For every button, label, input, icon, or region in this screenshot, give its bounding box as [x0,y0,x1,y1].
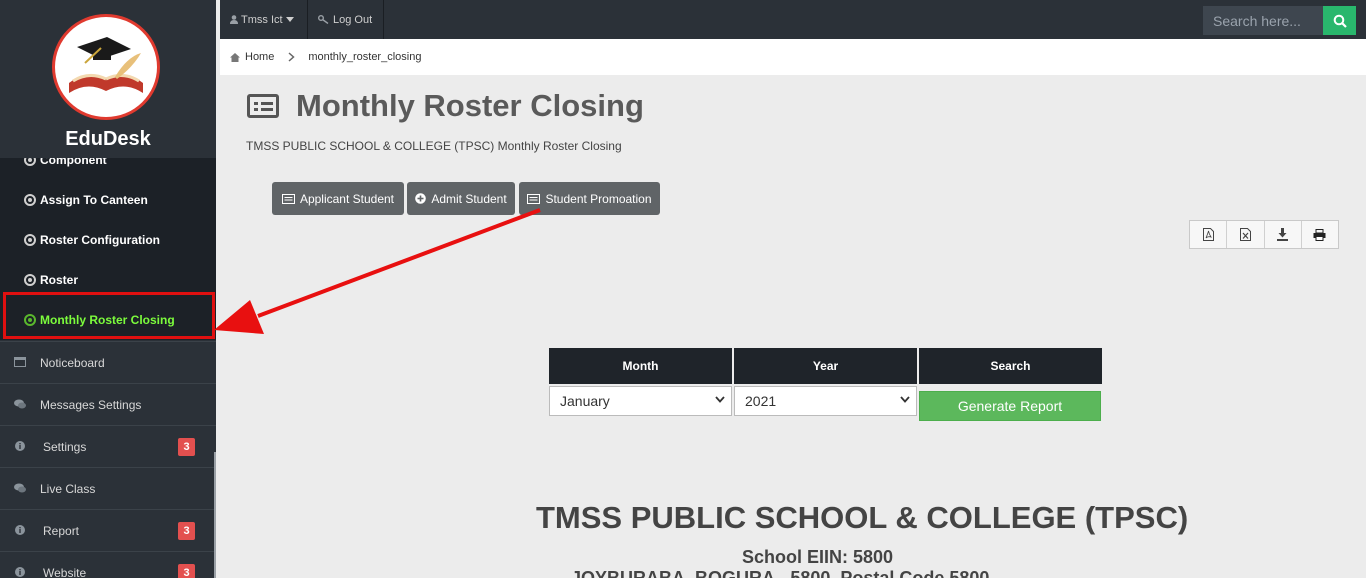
brand-header: EduDesk [0,0,216,158]
chevron-right-icon [288,52,295,62]
sidebar-item-label: Settings [43,439,87,454]
search-input[interactable] [1203,6,1323,35]
chevron-down-icon [715,396,725,403]
notification-badge: 3 [178,522,195,540]
chevron-down-icon [900,396,910,403]
sidebar-item-assign-to-canteen[interactable]: Assign To Canteen [24,190,148,210]
info-icon [15,567,25,577]
sidebar-item-website[interactable]: Website 3 [0,551,216,578]
button-label: Admit Student [431,191,507,206]
sidebar-scrollbar[interactable] [214,452,216,578]
logout-button[interactable]: Log Out [308,0,384,39]
sidebar-item-label: Website [43,565,87,578]
sidebar-item-label: Assign To Canteen [40,193,148,207]
search-column-header: Search [919,348,1102,384]
annotation-highlight-box [3,292,215,339]
sidebar-item-settings[interactable]: Settings 3 [0,425,216,467]
school-eiin: School EIIN: 5800 [742,547,894,567]
plus-circle-icon [415,193,427,204]
list-alt-icon [281,193,295,204]
sidebar-item-report[interactable]: Report 3 [0,509,216,551]
caret-down-icon [285,17,294,22]
logout-label: Log Out [333,13,373,26]
search-button[interactable] [1323,6,1356,35]
sidebar: Component Assign To Canteen Roster Confi… [0,0,216,578]
button-label: Student Promoation [545,191,652,206]
export-toolbar [1189,220,1339,249]
year-select-value: 2021 [745,393,777,409]
school-name: TMSS PUBLIC SCHOOL & COLLEGE (TPSC) [536,500,1189,535]
user-name: Tmss Ict [241,13,283,26]
export-excel-button[interactable] [1227,221,1265,248]
breadcrumb-current: monthly_roster_closing [308,51,422,63]
button-label: Applicant Student [299,191,395,206]
download-icon [1277,228,1289,241]
globe-icon [24,234,36,246]
month-select[interactable]: January [549,386,732,416]
sidebar-item-live-class[interactable]: Live Class [0,467,216,509]
applicant-student-button[interactable]: Applicant Student [272,182,404,215]
year-select[interactable]: 2021 [734,386,917,416]
school-logo [52,14,160,120]
window-icon [14,357,26,367]
generate-report-button[interactable]: Generate Report [919,391,1101,421]
globe-icon [24,194,36,206]
sidebar-item-label: Noticeboard [40,355,105,370]
page-title: Monthly Roster Closing [296,88,644,123]
excel-icon [1239,228,1251,241]
notification-badge: 3 [178,438,195,456]
sidebar-item-label: Live Class [40,481,96,496]
list-alt-icon [527,193,541,204]
sidebar-item-label: Roster [40,273,79,287]
admit-student-button[interactable]: Admit Student [407,182,515,215]
breadcrumb: Home monthly_roster_closing [220,39,1366,75]
user-icon [230,15,238,24]
export-pdf-button[interactable] [1190,221,1228,248]
sidebar-item-noticeboard[interactable]: Noticeboard [0,341,216,383]
sidebar-item-messages-settings[interactable]: Messages Settings [0,383,216,425]
print-icon [1313,228,1326,241]
student-promotion-button[interactable]: Student Promoation [519,182,660,215]
info-icon [15,525,25,535]
sidebar-item-label: Roster Configuration [40,233,160,247]
month-column-header: Month [549,348,732,384]
sidebar-item-roster[interactable]: Roster [24,270,78,290]
search-icon [1333,14,1347,28]
home-icon [230,52,240,62]
globe-icon [24,274,36,286]
year-column-header: Year [734,348,917,384]
comments-icon [14,483,26,493]
breadcrumb-home[interactable]: Home [245,51,274,63]
list-icon [247,94,279,118]
print-button[interactable] [1302,221,1338,248]
month-select-value: January [560,393,610,409]
top-navbar: Tmss Ict Log Out [220,0,1366,39]
pdf-icon [1202,228,1214,241]
sidebar-item-label: Messages Settings [40,397,142,412]
user-menu-dropdown[interactable]: Tmss Ict [220,0,308,39]
export-download-button[interactable] [1265,221,1302,248]
info-icon [15,441,25,451]
sidebar-main-menu: Noticeboard Messages Settings Settings 3… [0,341,216,578]
school-address: JOYBURABA, BOGURA - 5800, Postal Code 58… [571,568,990,578]
comments-icon [14,399,26,409]
key-icon [318,15,329,24]
sidebar-item-label: Report [43,523,80,538]
brand-name: EduDesk [65,128,151,150]
notification-badge: 3 [178,564,195,578]
page-subtitle: TMSS PUBLIC SCHOOL & COLLEGE (TPSC) Mont… [246,139,622,153]
sidebar-item-roster-configuration[interactable]: Roster Configuration [24,230,160,250]
